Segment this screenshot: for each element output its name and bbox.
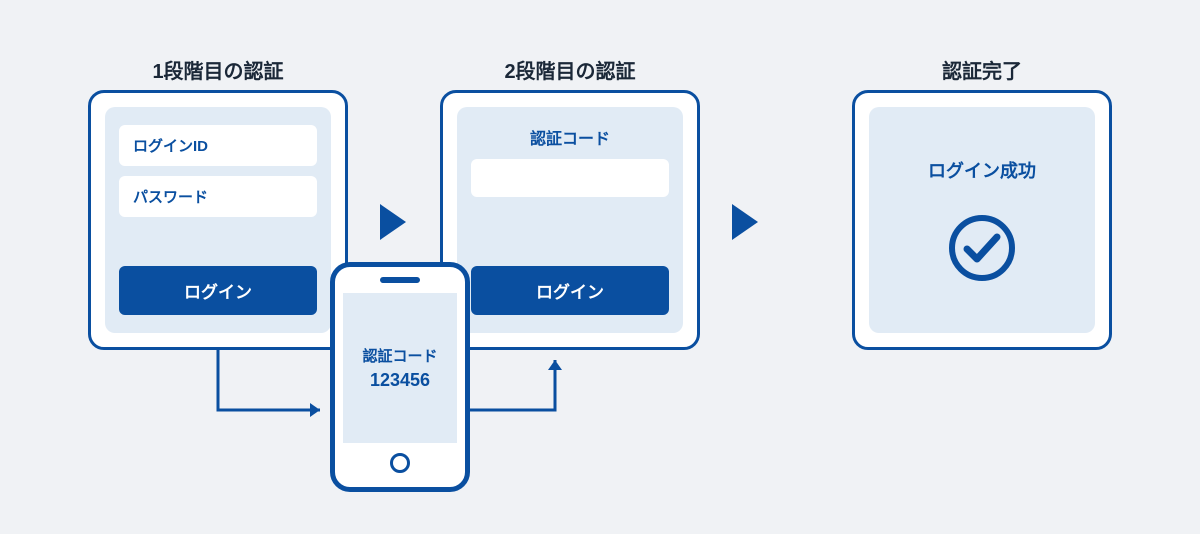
connector-line-2 [0, 0, 1200, 534]
